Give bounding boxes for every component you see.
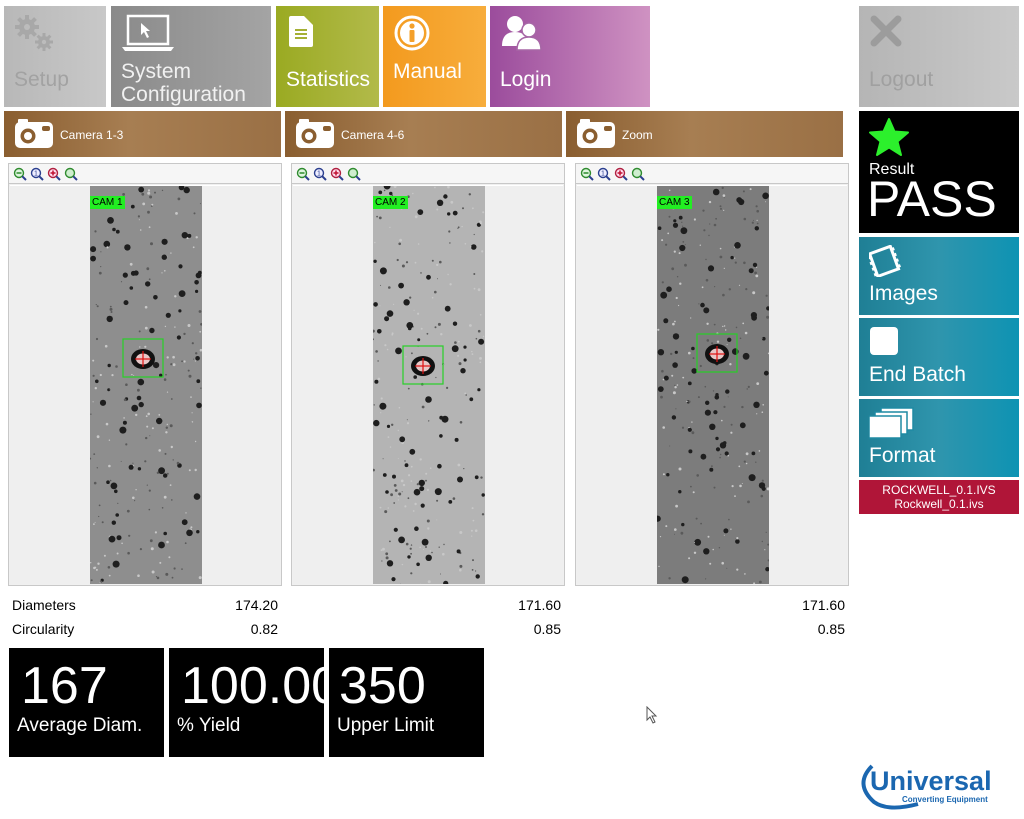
- circularity-value-zoom: 0.85: [817, 621, 845, 637]
- end-batch-button[interactable]: End Batch: [859, 318, 1019, 396]
- stack-icon: [868, 407, 915, 444]
- kpi-average-diameter: 167 Average Diam.: [9, 648, 164, 757]
- result-panel: Result PASS: [859, 111, 1019, 233]
- manual-label: Manual: [393, 60, 462, 83]
- camera-tab-1[interactable]: Camera 1-3: [4, 111, 281, 157]
- zoom-reset-icon[interactable]: 1: [597, 167, 611, 186]
- camera-tag: CAM 1: [90, 196, 125, 209]
- setup-label: Setup: [14, 68, 69, 91]
- format-label: Format: [869, 444, 936, 467]
- login-button[interactable]: Login: [490, 6, 650, 107]
- camera-tag: CAM 3: [657, 196, 692, 209]
- statistics-label: Statistics: [286, 68, 371, 91]
- camera-image: [90, 186, 202, 584]
- statistics-button[interactable]: Statistics: [276, 6, 379, 107]
- camera-tab-2[interactable]: Camera 4-6: [285, 111, 562, 157]
- zoom-in-icon[interactable]: [47, 167, 61, 186]
- view-toolbar: 1: [292, 164, 564, 184]
- camera-tab-label: Zoom: [622, 128, 653, 142]
- camera-icon: [295, 119, 335, 154]
- kpi-caption: Average Diam.: [17, 715, 143, 736]
- kpi-upper-limit: 350 Upper Limit: [329, 648, 484, 757]
- svg-text:1: 1: [34, 171, 38, 178]
- recipe-badge[interactable]: ROCKWELL_0.1.IVS Rockwell_0.1.ivs: [859, 480, 1019, 514]
- view-toolbar: 1: [9, 164, 281, 184]
- zoom-fit-icon[interactable]: [631, 167, 645, 186]
- svg-text:1: 1: [601, 171, 605, 178]
- camera-tab-zoom[interactable]: Zoom: [566, 111, 843, 157]
- camera-icon: [576, 119, 616, 154]
- result-value: PASS: [867, 171, 997, 227]
- system-configuration-button[interactable]: System Configuration: [111, 6, 271, 107]
- info-icon: [393, 14, 431, 57]
- kpi-value: 350: [339, 657, 426, 715]
- logo-sub: Converting Equipment: [902, 795, 988, 804]
- zoom-fit-icon[interactable]: [347, 167, 361, 186]
- diameter-value-zoom: 171.60: [802, 597, 845, 613]
- zoom-out-icon[interactable]: [296, 167, 310, 186]
- zoom-reset-icon[interactable]: 1: [313, 167, 327, 186]
- image-canvas[interactable]: CAM 2: [293, 185, 563, 584]
- stop-icon: [869, 326, 899, 361]
- logout-button[interactable]: Logout: [859, 6, 1019, 107]
- camera-tab-label: Camera 4-6: [341, 128, 405, 142]
- camera-tag: CAM 2: [373, 196, 408, 209]
- circularity-value-cam2: 0.85: [533, 621, 561, 637]
- zoom-in-icon[interactable]: [330, 167, 344, 186]
- kpi-value: 100.00: [181, 657, 324, 715]
- film-icon: [867, 244, 901, 282]
- diameters-label: Diameters: [12, 597, 76, 613]
- zoom-in-icon[interactable]: [614, 167, 628, 186]
- zoom-out-icon[interactable]: [13, 167, 27, 186]
- login-label: Login: [500, 68, 552, 91]
- svg-text:1: 1: [317, 171, 321, 178]
- company-logo: Universal Converting Equipment: [858, 762, 1003, 812]
- recipe-line2: Rockwell_0.1.ivs: [894, 497, 984, 511]
- images-button[interactable]: Images: [859, 237, 1019, 315]
- format-button[interactable]: Format: [859, 399, 1019, 477]
- end-batch-label: End Batch: [869, 363, 966, 386]
- camera-image: [373, 186, 485, 584]
- system-label-line2: Configuration: [121, 83, 246, 106]
- kpi-yield: 100.00 % Yield: [169, 648, 324, 757]
- kpi-caption: % Yield: [177, 715, 241, 736]
- document-icon: [286, 14, 316, 55]
- camera-view-3: 1 CAM 3: [575, 163, 849, 586]
- kpi-value: 167: [21, 657, 108, 715]
- zoom-reset-icon[interactable]: 1: [30, 167, 44, 186]
- circularity-label: Circularity: [12, 621, 75, 637]
- image-canvas[interactable]: CAM 1: [10, 185, 280, 584]
- camera-tab-label: Camera 1-3: [60, 128, 124, 142]
- kpi-caption: Upper Limit: [337, 715, 435, 736]
- logo-main: Universal: [870, 766, 992, 796]
- close-icon: [869, 14, 905, 55]
- zoom-fit-icon[interactable]: [64, 167, 78, 186]
- star-icon: [868, 117, 910, 162]
- logout-label: Logout: [869, 68, 934, 91]
- recipe-line1: ROCKWELL_0.1.IVS: [882, 483, 996, 497]
- camera-view-1: 1 CAM 1: [8, 163, 282, 586]
- manual-button[interactable]: Manual: [383, 6, 486, 107]
- circularity-value-cam1: 0.82: [250, 621, 278, 637]
- image-canvas[interactable]: CAM 3: [577, 185, 847, 584]
- gears-icon: [14, 14, 54, 59]
- setup-button[interactable]: Setup: [4, 6, 106, 107]
- mouse-cursor-icon: [646, 705, 658, 729]
- zoom-out-icon[interactable]: [580, 167, 594, 186]
- camera-icon: [14, 119, 54, 154]
- camera-image: [657, 186, 769, 584]
- system-label-line1: System: [121, 60, 192, 83]
- diameter-value-cam1: 174.20: [235, 597, 278, 613]
- diameter-value-cam2: 171.60: [518, 597, 561, 613]
- users-icon: [500, 14, 544, 57]
- images-label: Images: [869, 282, 938, 305]
- camera-view-2: 1 CAM 2: [291, 163, 565, 586]
- view-toolbar: 1: [576, 164, 848, 184]
- laptop-cursor-icon: [121, 14, 175, 59]
